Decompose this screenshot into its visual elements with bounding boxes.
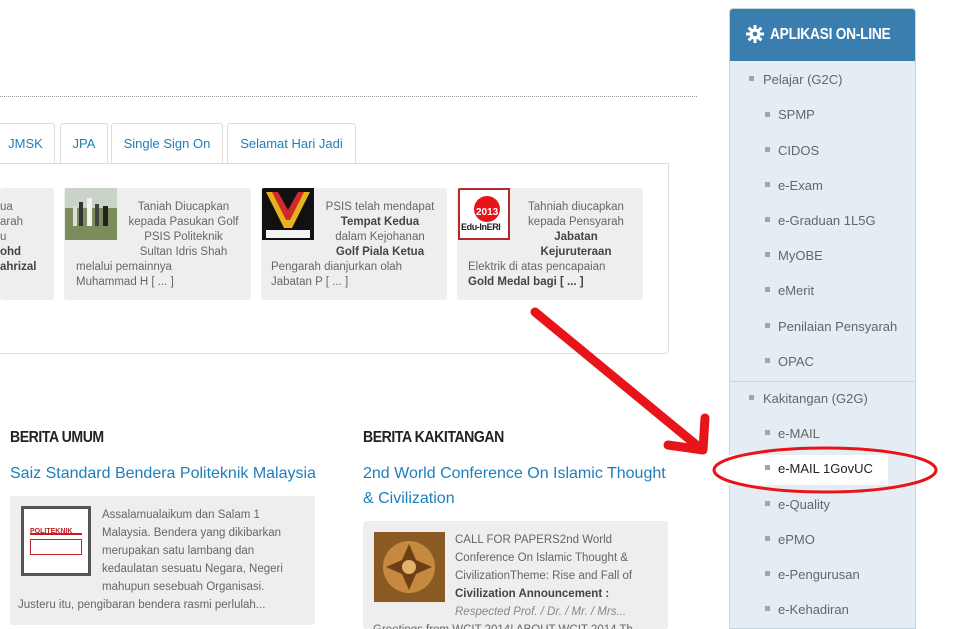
annotation-arrow-icon [530,307,705,453]
red-annotation-overlay [530,307,938,494]
annotation-ellipse-icon [712,446,938,494]
